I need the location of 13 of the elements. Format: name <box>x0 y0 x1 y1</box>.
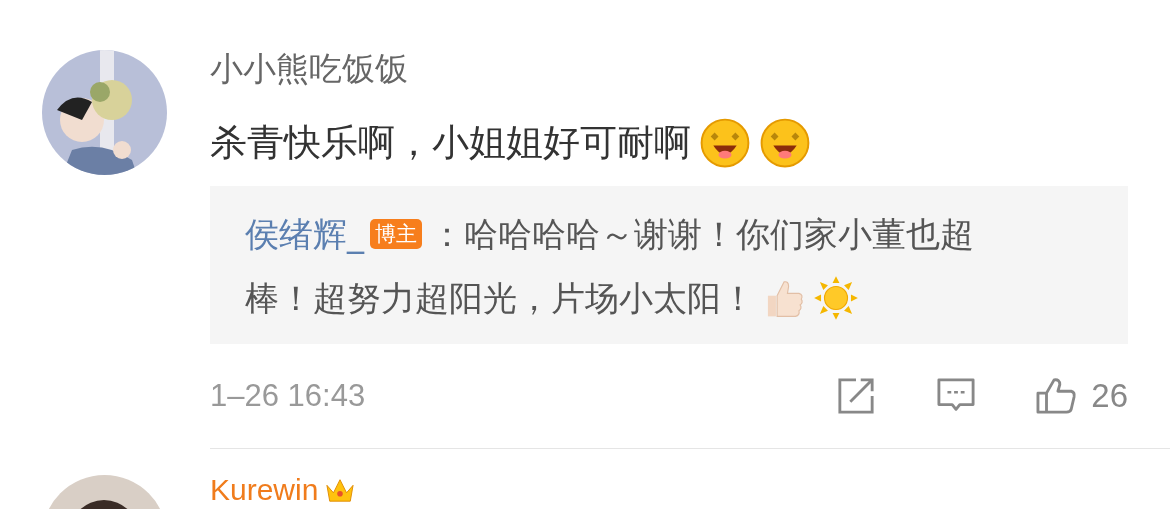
sun-icon <box>813 275 859 321</box>
comment-time: 1–26 16:43 <box>210 378 366 414</box>
reply-text: 棒！超努力超阳光，片场小太阳！ <box>245 277 755 320</box>
crown-icon <box>324 476 357 504</box>
author-name[interactable]: Kurewin <box>210 467 319 509</box>
grinning-face-icon <box>759 117 811 169</box>
like-button[interactable]: 26 <box>1035 377 1128 415</box>
reply-author-link[interactable]: 侯绪辉_ <box>245 202 364 266</box>
author-badge: 博主 <box>370 219 422 249</box>
grinning-face-icon <box>699 117 751 169</box>
reply-text: ：哈哈哈哈～谢谢！你们家小董也超 <box>430 213 974 256</box>
comment-text: 杀青快乐啊，小姐姐好可耐啊 <box>210 120 691 166</box>
author-name[interactable]: 小小熊吃饭饭 <box>210 46 408 92</box>
